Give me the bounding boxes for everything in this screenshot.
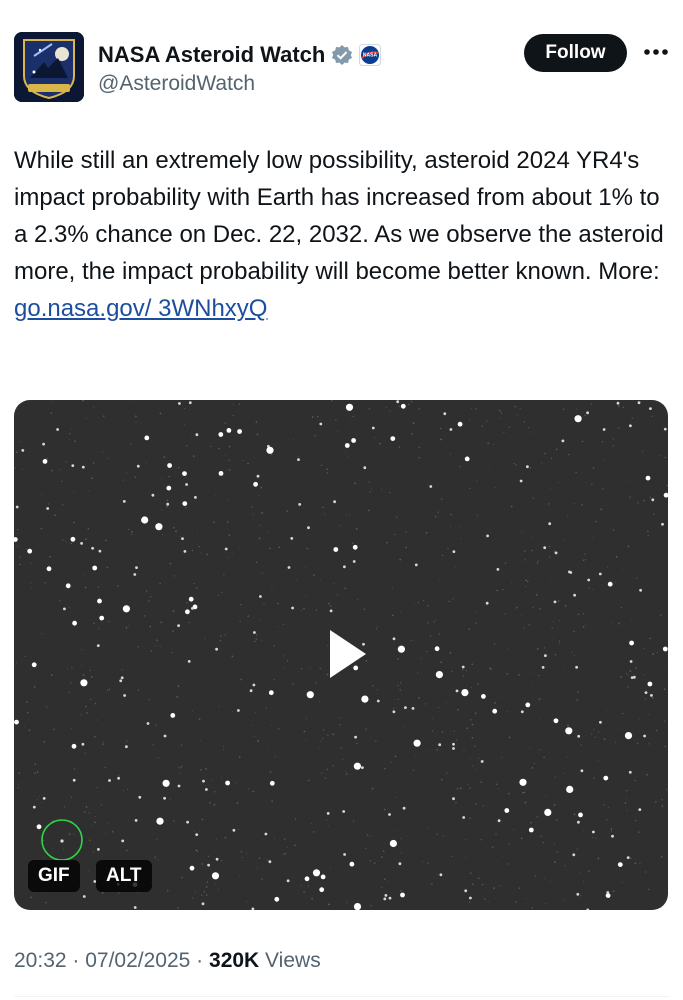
divider: [14, 996, 669, 997]
tweet-date[interactable]: 07/02/2025: [85, 949, 190, 972]
tweet-link[interactable]: go.nasa.gov/ 3WNhxyQ: [14, 295, 267, 322]
meta-separator: ·: [66, 949, 86, 972]
verified-gray-check-icon[interactable]: [331, 44, 353, 66]
tweet-header: NASA Asteroid Watch NASA @AsteroidWatch …: [14, 32, 669, 104]
media-gif[interactable]: GIF ALT: [14, 400, 668, 910]
author-names: NASA Asteroid Watch NASA @AsteroidWatch: [98, 42, 382, 98]
play-icon[interactable]: [304, 614, 384, 694]
avatar[interactable]: [14, 32, 84, 102]
handle[interactable]: @AsteroidWatch: [98, 70, 381, 98]
nasa-affiliate-badge-icon[interactable]: NASA: [359, 44, 382, 66]
svg-text:NASA: NASA: [363, 53, 378, 59]
follow-button[interactable]: Follow: [524, 34, 627, 72]
alt-badge[interactable]: ALT: [96, 860, 152, 892]
display-name-row[interactable]: NASA Asteroid Watch NASA: [98, 42, 382, 68]
planetary-defense-logo-icon: [14, 32, 84, 102]
display-name[interactable]: NASA Asteroid Watch: [98, 42, 325, 68]
more-dots-icon[interactable]: [642, 38, 670, 66]
tweet-text: While still an extremely low possibility…: [14, 142, 664, 327]
views-count[interactable]: 320K: [209, 949, 259, 972]
tweet-meta: 20:32 · 07/02/2025 · 320K Views: [14, 946, 321, 976]
gif-badge: GIF: [28, 860, 80, 892]
tweet-body: While still an extremely low possibility…: [14, 147, 664, 285]
meta-separator: ·: [190, 949, 210, 972]
views-label: Views: [259, 949, 321, 972]
tweet-time[interactable]: 20:32: [14, 949, 67, 972]
